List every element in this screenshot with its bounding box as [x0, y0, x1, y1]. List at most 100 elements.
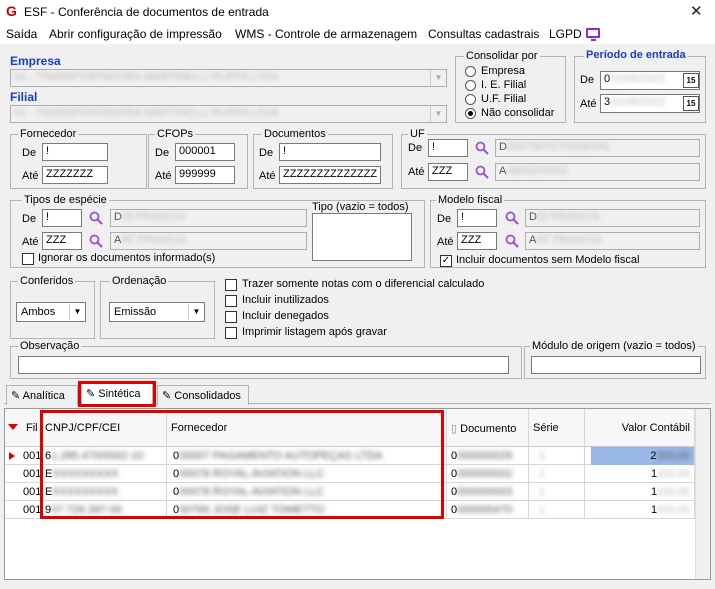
search-icon[interactable] — [89, 234, 103, 248]
uf-ate-input[interactable]: ZZZ — [428, 163, 468, 181]
app-logo-icon: G — [6, 3, 17, 19]
cell-serie: 1 — [529, 483, 585, 501]
ignorar-label: Ignorar os documentos informado(s) — [38, 252, 216, 264]
window-title: ESF - Conferência de documentos de entra… — [24, 5, 269, 19]
imprimir-listagem-checkbox[interactable] — [225, 327, 237, 339]
empresa-label: Empresa — [10, 54, 61, 68]
search-icon[interactable] — [505, 211, 519, 225]
cell-serie: 1 — [529, 447, 585, 465]
documentos-ate-label: Até — [259, 170, 276, 182]
modelo-de-label: De — [437, 213, 452, 225]
radio-ie-filial[interactable] — [465, 80, 476, 91]
empresa-combo[interactable]: 01 - TRANSPORTADORA MARTINELLI RUPPA LTD… — [10, 69, 447, 87]
menu-consultas-cadastrais[interactable]: Consultas cadastrais — [428, 27, 539, 41]
chevron-down-icon[interactable]: ▼ — [430, 70, 446, 86]
tab-consolidados[interactable]: ✎ Consolidados — [157, 385, 249, 405]
uf-ate-label: Até — [408, 166, 425, 178]
especie-ate-input[interactable]: ZZZ — [42, 232, 82, 250]
radio-empresa[interactable] — [465, 66, 476, 77]
trazer-diferencial-label: Trazer somente notas com o diferencial c… — [242, 278, 485, 290]
radio-nao-consolidar[interactable] — [465, 108, 476, 119]
documentos-title: Documentos — [262, 128, 328, 140]
documentos-de-label: De — [259, 147, 274, 159]
cell-documento: 0000000029 — [447, 447, 529, 465]
uf-de-desc: DDISTRITO FEDERAL — [495, 139, 700, 157]
periodo-de-label: De — [580, 74, 595, 86]
incluir-inutilizados-label: Incluir inutilizados — [242, 294, 329, 306]
incluir-sem-modelo-checkbox[interactable]: ✓ — [440, 255, 452, 267]
cell-documento: 0000000470 — [447, 501, 529, 519]
cell-valor: 1100,00 — [591, 465, 695, 483]
fornecedor-de-label: De — [22, 147, 37, 159]
calendar-icon[interactable]: 15 — [683, 73, 699, 88]
col-serie[interactable]: Série — [529, 409, 585, 447]
filial-combo[interactable]: 01 - TRANSPORTADORA MARTINELLI RUPPA LTD… — [10, 105, 447, 123]
incluir-inutilizados-checkbox[interactable] — [225, 295, 237, 307]
cfops-ate-input[interactable]: 999999 — [175, 166, 235, 184]
chevron-down-icon[interactable]: ▼ — [69, 304, 85, 320]
radio-nao-consolidar-label: Não consolidar — [481, 107, 555, 119]
cell-valor: 1100,00 — [591, 483, 695, 501]
cfops-de-label: De — [155, 147, 170, 159]
chevron-down-icon[interactable]: ▼ — [430, 106, 446, 122]
cell-valor: 2200,00 — [591, 447, 695, 465]
menu-saida[interactable]: Saída — [6, 27, 37, 41]
periodo-title: Período de entrada — [584, 49, 688, 61]
uf-ate-desc: AAMAZONAS — [495, 163, 700, 181]
radio-uf-filial[interactable] — [465, 94, 476, 105]
especie-de-desc: DDI PRANCIS — [110, 209, 307, 227]
sort-arrow-icon — [8, 424, 18, 430]
cfops-title: CFOPs — [155, 128, 196, 140]
fornecedor-ate-label: Até — [22, 170, 39, 182]
documentos-ate-input[interactable]: ZZZZZZZZZZZZZZ — [279, 166, 381, 184]
col-valor-contabil[interactable]: Valor Contábil — [585, 409, 695, 447]
cell-serie: 1 — [529, 465, 585, 483]
col-documento[interactable]: ▯ Documento — [447, 409, 529, 447]
conferidos-title: Conferidos — [18, 275, 76, 287]
ignorar-checkbox[interactable] — [22, 253, 34, 265]
modulo-input[interactable] — [531, 356, 701, 374]
modelo-ate-label: Até — [437, 236, 454, 248]
filial-label: Filial — [10, 90, 38, 104]
current-row-arrow-icon — [9, 452, 15, 460]
fornecedor-de-input[interactable]: ! — [42, 143, 108, 161]
document-icon: ▯ — [451, 423, 458, 435]
cfops-de-input[interactable]: 000001 — [175, 143, 235, 161]
radio-ie-filial-label: I. E. Filial — [481, 79, 527, 91]
modelo-ate-desc: AAT PRANCIS — [525, 232, 700, 250]
highlight-tab-sintetica — [78, 381, 156, 407]
documentos-de-input[interactable]: ! — [279, 143, 381, 161]
incluir-denegados-checkbox[interactable] — [225, 311, 237, 323]
search-icon[interactable] — [475, 141, 489, 155]
imprimir-listagem-label: Imprimir listagem após gravar — [242, 326, 387, 338]
menu-lgpd[interactable]: LGPD — [549, 27, 582, 41]
highlight-cnpj-fornecedor — [40, 410, 444, 519]
chevron-down-icon[interactable]: ▼ — [188, 304, 204, 320]
search-icon[interactable] — [505, 234, 519, 248]
tab-analitica[interactable]: ✎ Analítica — [6, 385, 78, 405]
vertical-scrollbar[interactable] — [695, 409, 710, 579]
fornecedor-title: Fornecedor — [18, 128, 79, 140]
especie-de-input[interactable]: ! — [42, 209, 82, 227]
menu-wms[interactable]: WMS - Controle de armazenagem — [235, 27, 417, 41]
fornecedor-ate-input[interactable]: ZZZZZZZ — [42, 166, 108, 184]
uf-de-input[interactable]: ! — [428, 139, 468, 157]
modelo-de-input[interactable]: ! — [457, 209, 497, 227]
cell-documento: 0000000003 — [447, 483, 529, 501]
modelo-de-desc: DDI PRANCIS — [525, 209, 700, 227]
menu-abrir-configuracao[interactable]: Abrir configuração de impressão — [49, 27, 222, 41]
calendar-icon[interactable]: 15 — [683, 96, 699, 111]
observacao-input[interactable] — [18, 356, 509, 374]
search-icon[interactable] — [475, 165, 489, 179]
especie-ate-label: Até — [22, 236, 39, 248]
monitor-icon[interactable] — [586, 28, 600, 41]
cfops-ate-label: Até — [155, 170, 172, 182]
tipo-list[interactable] — [312, 213, 412, 261]
trazer-diferencial-checkbox[interactable] — [225, 279, 237, 291]
search-icon[interactable] — [89, 211, 103, 225]
consolidar-title: Consolidar por — [464, 50, 540, 62]
modelo-ate-input[interactable]: ZZZ — [457, 232, 497, 250]
close-icon[interactable]: ✕ — [690, 2, 703, 20]
tipo-title: Tipo (vazio = todos) — [312, 201, 409, 213]
uf-de-label: De — [408, 142, 423, 154]
